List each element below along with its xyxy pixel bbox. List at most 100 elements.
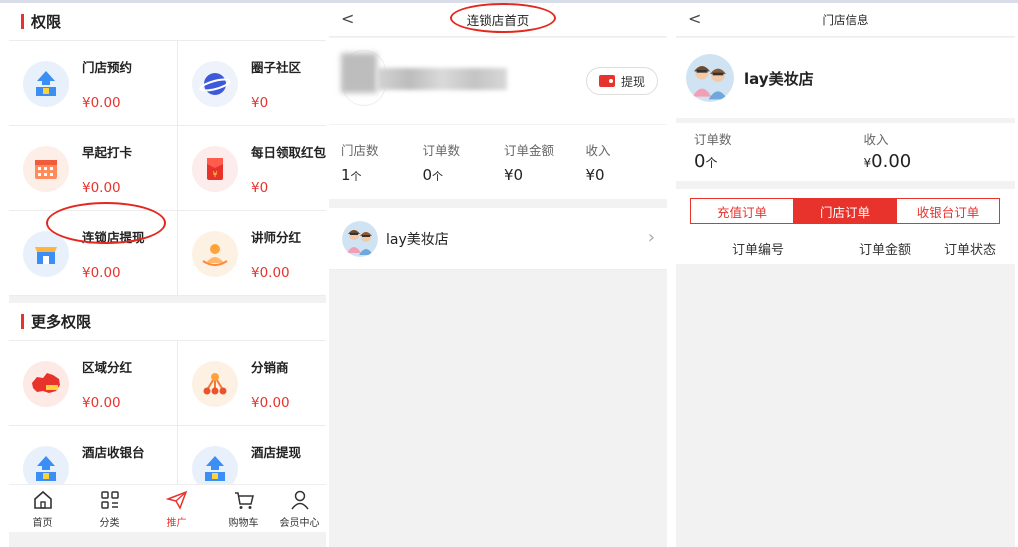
orders-section: 充值订单 门店订单 收银台订单 订单编号 订单金额 订单状态	[676, 189, 1015, 264]
back-button[interactable]: <	[688, 9, 701, 28]
shop-icon	[23, 231, 69, 277]
perm-circle-community[interactable]: 圈子社区 ¥0	[178, 41, 326, 126]
section-header: 更多权限	[9, 303, 326, 341]
more-permissions-section: 更多权限 区域分红 ¥0.00 分销商 ¥0.00 酒店收银台 酒店提现	[9, 303, 326, 511]
tab-member-center[interactable]: 会员中心	[277, 485, 322, 532]
svg-text:¥: ¥	[212, 170, 217, 179]
back-button[interactable]: <	[341, 9, 354, 28]
stat-label: 订单数	[694, 132, 732, 147]
item-name: 讲师分红	[251, 230, 302, 245]
stat-income: 收入 ¥0	[586, 125, 668, 199]
annotation-ellipse	[46, 202, 166, 244]
stat-label: 门店数	[341, 143, 379, 158]
tab-home[interactable]: 首页	[9, 485, 76, 532]
tab-category[interactable]: 分类	[76, 485, 143, 532]
order-type-tabs: 充值订单 门店订单 收银台订单	[690, 198, 1000, 224]
category-icon	[100, 491, 119, 509]
stat-value: 0	[422, 166, 433, 184]
item-price: ¥0.00	[82, 180, 121, 196]
item-name: 每日领取红包	[251, 145, 326, 160]
item-name: 圈子社区	[251, 60, 302, 75]
section-title: 更多权限	[31, 313, 92, 331]
tab-label: 首页	[32, 518, 53, 529]
perm-regional-dividend[interactable]: 区域分红 ¥0.00	[9, 341, 178, 426]
item-name: 酒店收银台	[82, 445, 145, 460]
stat-label: 订单金额	[504, 143, 555, 158]
planet-icon	[192, 61, 238, 107]
stat-label: 收入	[585, 143, 611, 158]
upload-store-icon	[23, 61, 69, 107]
perm-early-checkin[interactable]: 早起打卡 ¥0.00	[9, 126, 178, 211]
item-price: ¥0.00	[82, 265, 121, 281]
stat-order-count: 订单数 0个	[676, 123, 846, 181]
currency-symbol: ¥	[863, 156, 872, 170]
tab-cashier-orders[interactable]: 收银台订单	[897, 199, 999, 223]
store-name: lay美妆店	[386, 231, 449, 248]
stat-value: 1	[341, 166, 351, 184]
section-title: 权限	[31, 13, 62, 31]
stat-value: ¥0	[585, 166, 605, 184]
stat-unit: 个	[350, 170, 362, 183]
tab-promotion[interactable]: 推广	[143, 485, 210, 532]
network-icon	[192, 361, 238, 407]
stat-income: 收入 ¥0.00	[846, 123, 1016, 181]
section-header: 权限	[9, 3, 326, 41]
stat-unit: 个	[705, 156, 718, 170]
item-price: ¥0.00	[251, 395, 290, 411]
store-info-panel: < 门店信息 lay美妆店 订单数 0个 收入 ¥0.00 充值订单 门店订单 …	[676, 3, 1015, 547]
item-price: ¥0.00	[82, 395, 121, 411]
blurred-username	[377, 68, 507, 90]
column-order-status: 订单状态	[944, 243, 997, 258]
bottom-tabbar: 首页 分类 推广 购物车 会员中心	[9, 484, 326, 532]
tab-store-orders[interactable]: 门店订单	[794, 199, 897, 223]
tab-cart[interactable]: 购物车	[210, 485, 277, 532]
stat-order-count: 订单数 0个	[423, 125, 505, 199]
tab-label: 推广	[166, 518, 187, 529]
lecturer-icon	[192, 231, 238, 277]
store-name: lay美妆店	[744, 69, 814, 88]
column-order-number: 订单编号	[732, 243, 785, 258]
permissions-panel: 权限 门店预约 ¥0.00 圈子社区 ¥0 早起打卡 ¥0.00 ¥ 每日领取红…	[9, 3, 326, 547]
stat-order-amount: 订单金额 ¥0	[504, 125, 586, 199]
china-map-icon	[23, 361, 69, 407]
blurred-avatar	[341, 53, 377, 93]
paper-plane-icon	[165, 490, 187, 510]
item-name: 分销商	[251, 360, 289, 375]
red-envelope-icon: ¥	[192, 146, 238, 192]
item-price: ¥0.00	[82, 95, 121, 111]
user-icon	[290, 490, 309, 510]
stats-row: 门店数 1个 订单数 0个 订单金额 ¥0 收入 ¥0	[329, 125, 667, 199]
store-list-item[interactable]: lay美妆店 ›	[329, 208, 667, 270]
perm-store-booking[interactable]: 门店预约 ¥0.00	[9, 41, 178, 126]
wallet-icon	[598, 75, 615, 87]
stat-value: 0.00	[871, 151, 912, 172]
tab-label: 购物车	[228, 518, 259, 529]
stat-value: 0	[694, 151, 706, 172]
tab-recharge-orders[interactable]: 充值订单	[691, 199, 794, 223]
store-stats: 订单数 0个 收入 ¥0.00	[676, 123, 1015, 181]
perm-daily-red-envelope[interactable]: ¥ 每日领取红包 ¥0	[178, 126, 326, 211]
stat-label: 订单数	[422, 143, 461, 158]
calendar-icon	[23, 146, 69, 192]
store-avatar	[686, 54, 734, 102]
stat-unit: 个	[432, 170, 444, 183]
annotation-ellipse	[450, 3, 556, 33]
page-title: 门店信息	[822, 12, 869, 27]
stat-label: 收入	[863, 132, 889, 147]
chain-store-home-panel: < 连锁店首页 提现 门店数 1个 订单数 0个 订单金额 ¥0 收入 ¥0 l…	[329, 3, 667, 547]
withdraw-button[interactable]: 提现	[586, 67, 658, 95]
item-price: ¥0	[251, 180, 269, 196]
item-price: ¥0.00	[251, 265, 290, 281]
perm-distributor[interactable]: 分销商 ¥0.00	[178, 341, 326, 426]
tab-label: 会员中心	[279, 518, 320, 529]
nav-bar: < 门店信息	[676, 3, 1015, 37]
item-price: ¥0	[251, 95, 269, 111]
stat-value: ¥0	[504, 166, 524, 184]
perm-lecturer-dividend[interactable]: 讲师分红 ¥0.00	[178, 211, 326, 296]
home-icon	[33, 490, 52, 509]
item-name: 早起打卡	[82, 145, 133, 160]
account-header: 提现	[329, 38, 667, 124]
chevron-right-icon: ›	[647, 227, 655, 248]
item-name: 区域分红	[82, 360, 133, 375]
permissions-section: 权限 门店预约 ¥0.00 圈子社区 ¥0 早起打卡 ¥0.00 ¥ 每日领取红…	[9, 3, 326, 296]
